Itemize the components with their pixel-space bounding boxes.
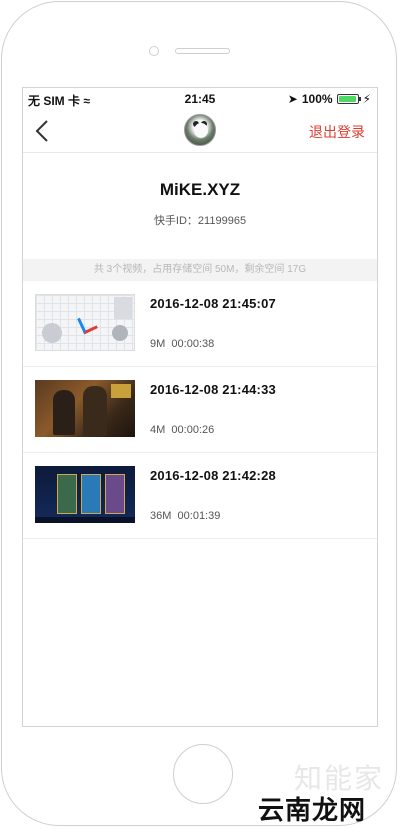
list-item[interactable]: 2016-12-08 21:42:28 36M 00:01:39 [23,453,377,539]
video-list: 2016-12-08 21:45:07 9M 00:00:38 2016-12-… [23,281,377,539]
video-datetime: 2016-12-08 21:42:28 [150,468,276,483]
back-chevron-icon[interactable] [31,118,55,144]
front-camera [149,46,159,56]
video-thumbnail[interactable] [35,380,135,437]
earpiece-speaker [175,48,230,54]
video-duration: 00:01:39 [177,510,221,522]
list-item[interactable]: 2016-12-08 21:45:07 9M 00:00:38 [23,281,377,367]
video-size: 36M [150,510,172,522]
video-size: 4M [150,424,166,436]
home-button[interactable] [173,744,233,804]
video-thumbnail[interactable] [35,466,135,523]
video-duration: 00:00:26 [171,424,215,436]
video-datetime: 2016-12-08 21:45:07 [150,296,276,311]
app-screen: 无 SIM 卡 ≈ 21:45 ➤ 100% ⚡ 退出登录 MiKE.XYZ 快… [22,87,378,727]
status-bar: 无 SIM 卡 ≈ 21:45 ➤ 100% ⚡ [23,88,377,110]
navigation-bar: 退出登录 [23,110,377,153]
battery-icon [336,94,361,104]
video-duration: 00:00:38 [171,338,215,350]
location-arrow-icon: ➤ [287,92,298,106]
video-thumbnail[interactable] [35,294,135,351]
battery-percent: 100% [301,92,333,106]
user-id: 快手ID：21199965 [153,215,247,227]
video-size: 9M [150,338,166,350]
avatar[interactable] [184,114,216,146]
list-item[interactable]: 2016-12-08 21:44:33 4M 00:00:26 [23,367,377,453]
video-datetime: 2016-12-08 21:44:33 [150,382,276,397]
watermark-bottom: 云南龙网 [257,796,366,826]
charging-icon: ⚡ [362,92,371,106]
username: MiKE.XYZ [159,180,241,199]
logout-button[interactable]: 退出登录 [309,122,365,142]
storage-summary: 共 3个视频，占用存储空间 50M，剩余空间 17G [23,259,377,281]
